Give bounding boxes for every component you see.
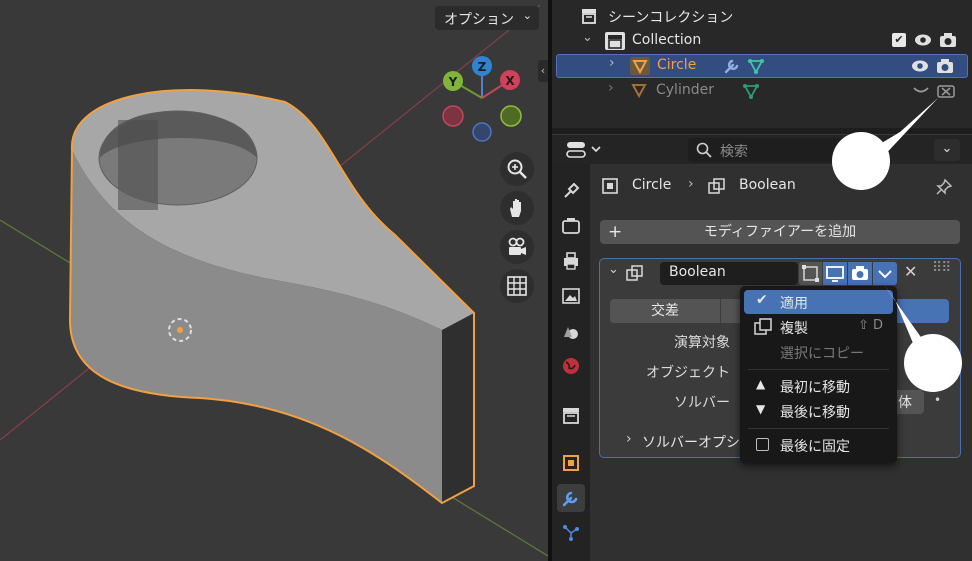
annotation-pointers <box>870 98 938 360</box>
annotation-circle <box>904 334 962 392</box>
annotation-circle <box>832 132 890 190</box>
